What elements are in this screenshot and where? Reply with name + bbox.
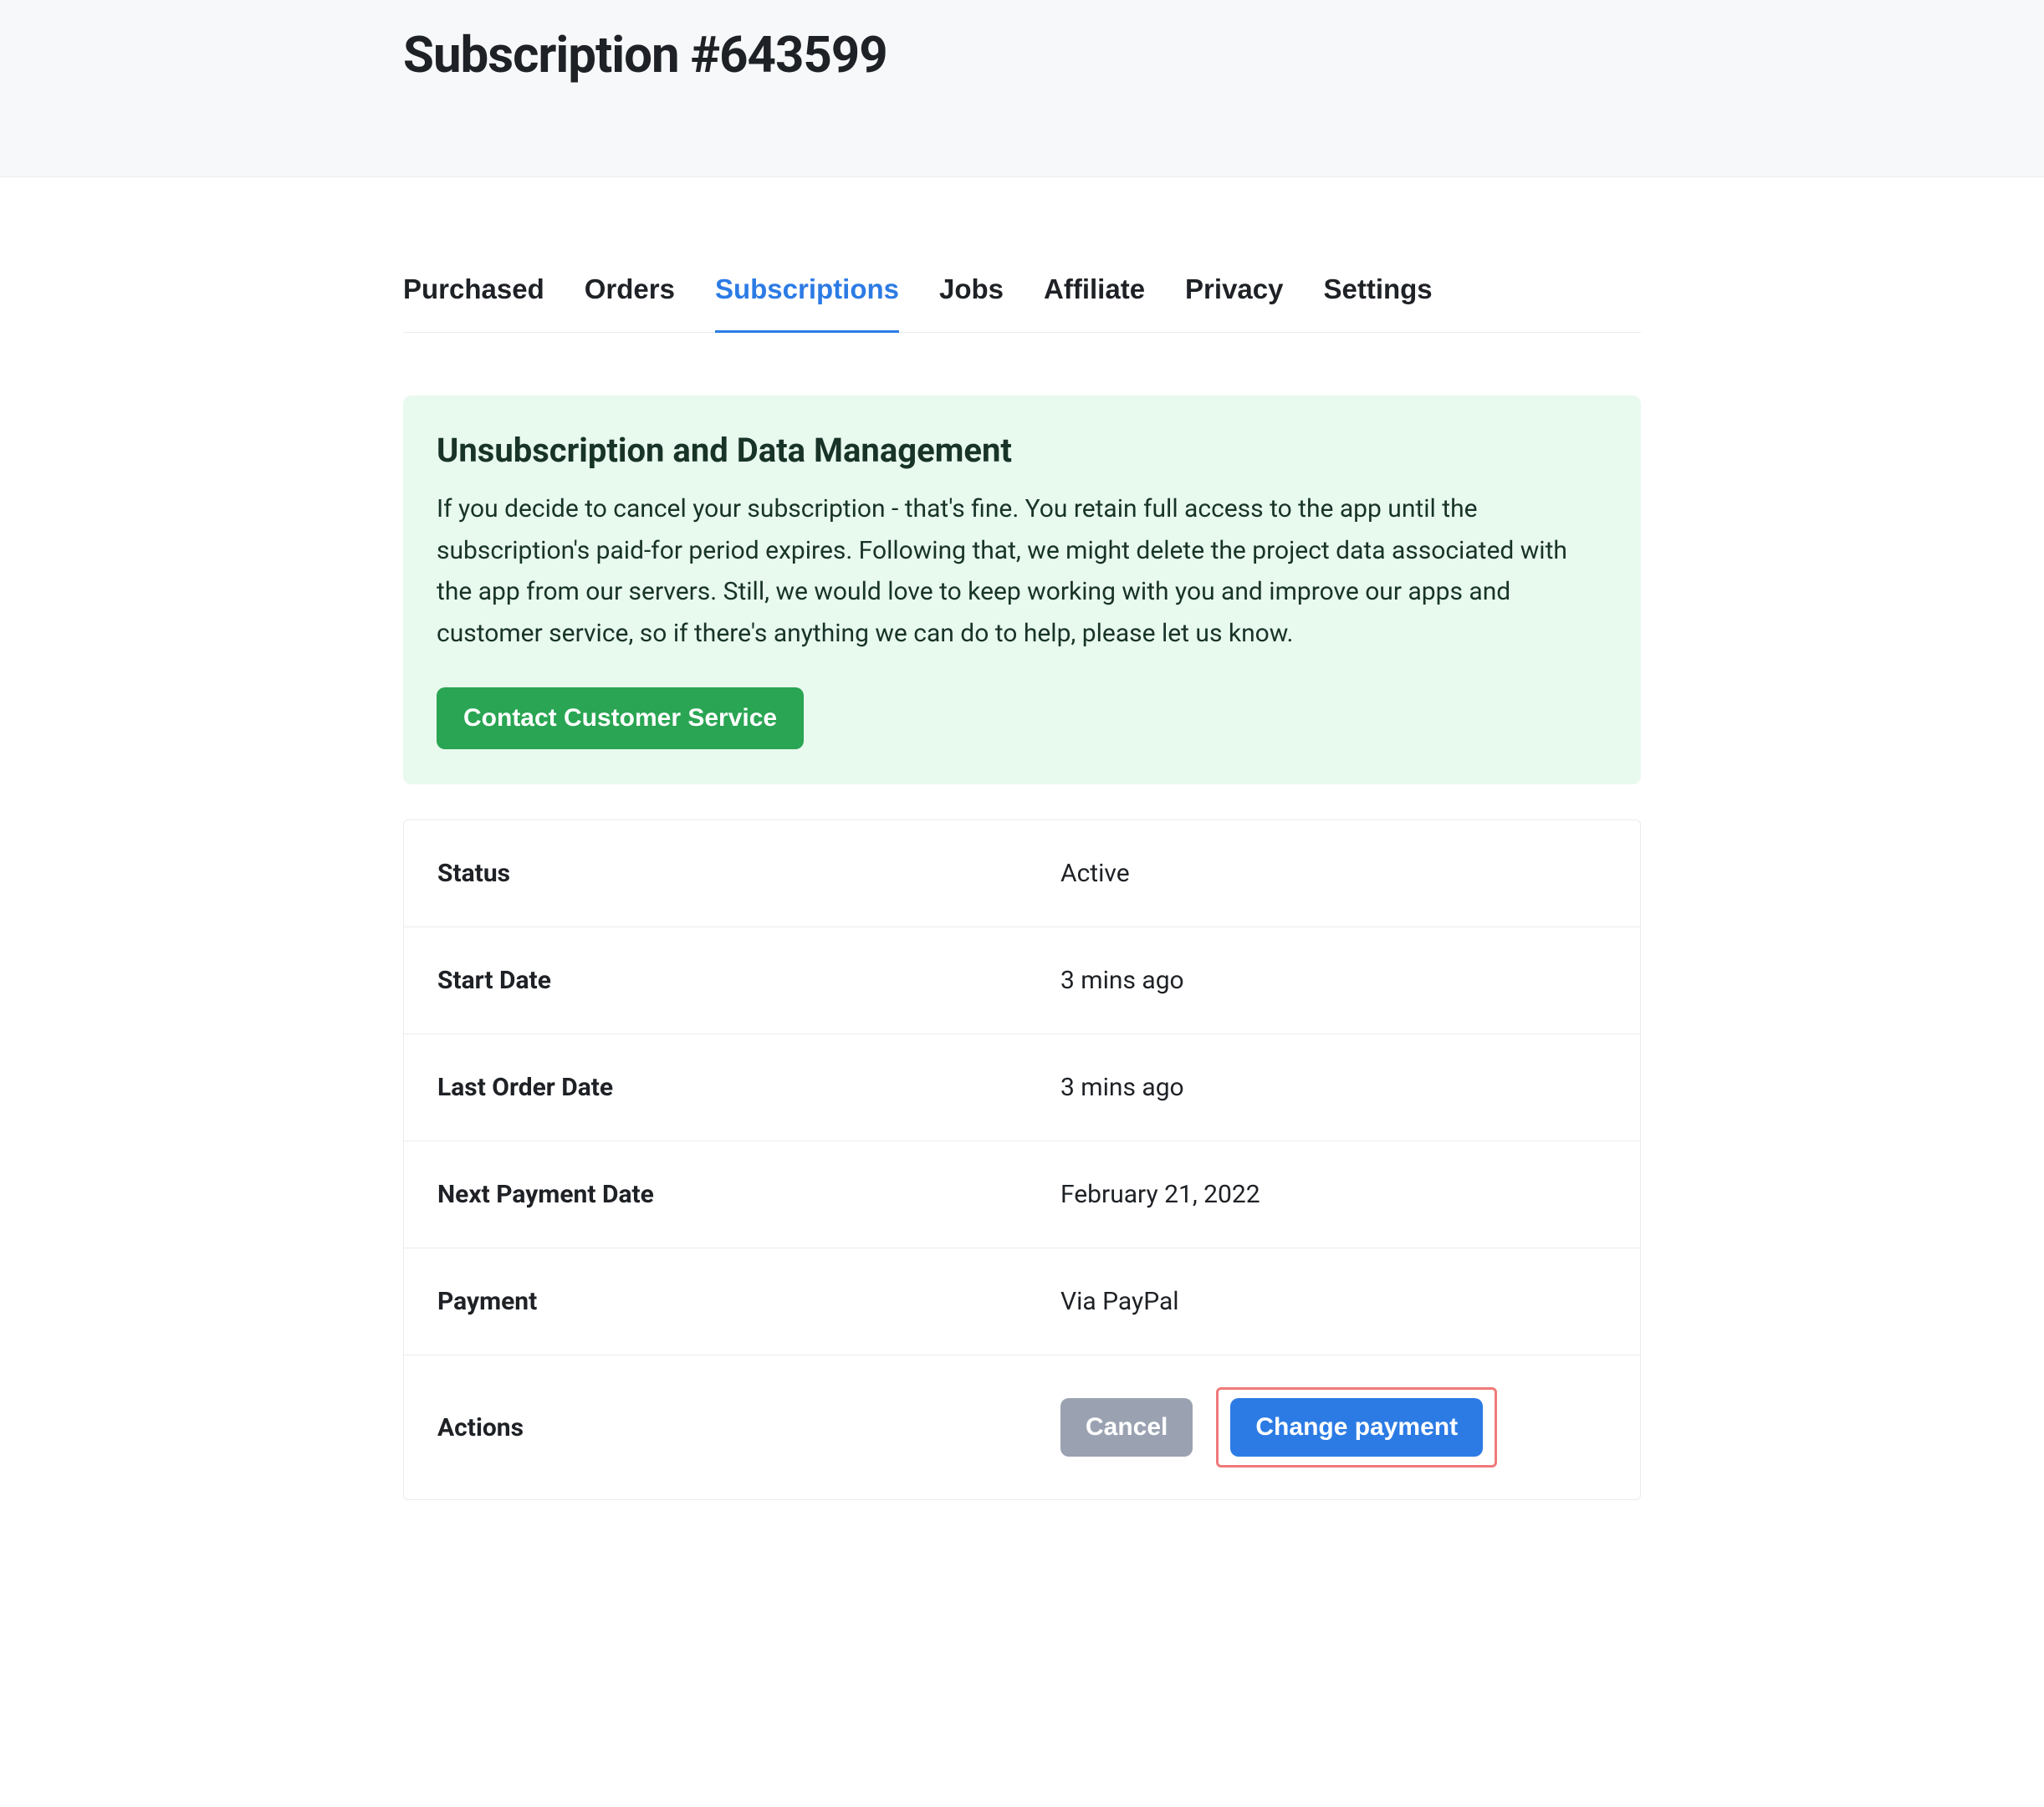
tab-jobs[interactable]: Jobs [939,273,1004,332]
last-order-label: Last Order Date [404,1034,1027,1141]
page-title: Subscription #643599 [403,25,1641,84]
table-row: Start Date 3 mins ago [404,927,1640,1034]
table-row: Payment Via PayPal [404,1248,1640,1355]
unsubscription-notice: Unsubscription and Data Management If yo… [403,396,1641,784]
table-row: Last Order Date 3 mins ago [404,1034,1640,1141]
change-payment-button[interactable]: Change payment [1230,1398,1483,1457]
start-date-value: 3 mins ago [1027,927,1640,1034]
next-payment-label: Next Payment Date [404,1141,1027,1248]
tab-orders[interactable]: Orders [585,273,675,332]
payment-label: Payment [404,1248,1027,1355]
table-row: Status Active [404,820,1640,927]
status-label: Status [404,820,1027,926]
change-payment-highlight: Change payment [1216,1387,1497,1468]
contact-customer-service-button[interactable]: Contact Customer Service [437,687,804,749]
tab-privacy[interactable]: Privacy [1185,273,1283,332]
cancel-button[interactable]: Cancel [1060,1398,1193,1457]
tab-settings[interactable]: Settings [1323,273,1432,332]
last-order-value: 3 mins ago [1027,1034,1640,1141]
tab-purchased[interactable]: Purchased [403,273,544,332]
next-payment-value: February 21, 2022 [1027,1141,1640,1248]
notice-text: If you decide to cancel your subscriptio… [437,488,1607,654]
subscription-details-table: Status Active Start Date 3 mins ago Last… [403,819,1641,1500]
tab-subscriptions[interactable]: Subscriptions [715,273,899,332]
table-row: Next Payment Date February 21, 2022 [404,1141,1640,1248]
notice-title: Unsubscription and Data Management [437,431,1607,470]
table-row: Actions Cancel Change payment [404,1355,1640,1499]
payment-value: Via PayPal [1027,1248,1640,1355]
actions-label: Actions [404,1355,1027,1499]
status-value: Active [1027,820,1640,926]
tab-affiliate[interactable]: Affiliate [1044,273,1145,332]
actions-cell: Cancel Change payment [1027,1355,1640,1499]
start-date-label: Start Date [404,927,1027,1034]
account-tabs: Purchased Orders Subscriptions Jobs Affi… [403,273,1641,333]
